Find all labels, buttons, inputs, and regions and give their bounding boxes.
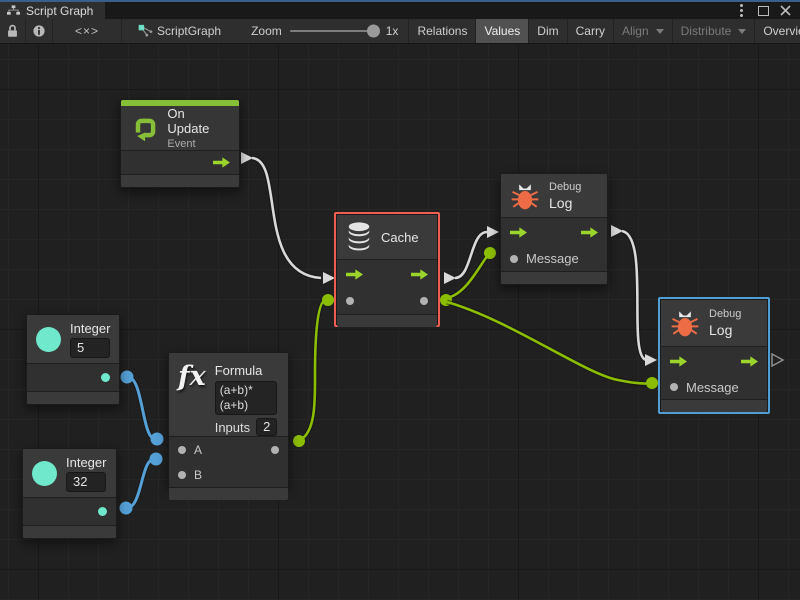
value-output-port[interactable]: [420, 297, 428, 305]
wire-integer1-formula-a[interactable]: [128, 377, 155, 439]
node-title: Cache: [381, 230, 419, 245]
script-graph-icon: [138, 24, 153, 38]
dim-button[interactable]: Dim: [529, 19, 567, 43]
flow-output-port[interactable]: [213, 157, 230, 168]
formula-icon: fx: [178, 363, 206, 390]
values-button[interactable]: Values: [476, 19, 529, 43]
wire-debug1-debug2[interactable]: [622, 231, 646, 360]
database-icon: [346, 222, 372, 252]
integer-value-field[interactable]: 5: [70, 338, 110, 358]
inputs-count-field[interactable]: 2: [256, 418, 277, 436]
wire-integer2-formula-b[interactable]: [127, 459, 154, 508]
node-title: Formula: [215, 363, 278, 378]
title-bar: Script Graph: [0, 0, 800, 19]
on-update-icon: [130, 113, 158, 143]
graph-name: ScriptGraph: [157, 24, 221, 38]
node-debug-log-2[interactable]: Debug Log Message: [660, 299, 768, 412]
caret-down-icon: [656, 29, 664, 34]
toolbar-right-group: Relations Values Dim Carry Align Distrib…: [408, 19, 800, 43]
info-icon: [32, 24, 46, 38]
lock-icon: [6, 24, 19, 38]
relations-button[interactable]: Relations: [409, 19, 476, 43]
code-view-icon: <×>: [61, 24, 113, 38]
maximize-icon[interactable]: [756, 4, 770, 18]
close-icon[interactable]: [778, 4, 792, 18]
node-title: On Update: [167, 106, 227, 136]
message-input-port[interactable]: [510, 255, 518, 263]
flow-output-port[interactable]: [581, 227, 598, 238]
node-integer-2[interactable]: Integer 32: [22, 448, 117, 539]
graph-canvas[interactable]: On Update Event: [0, 44, 800, 600]
node-category: Debug: [709, 308, 741, 320]
info-button[interactable]: [26, 19, 53, 43]
lock-button[interactable]: [0, 19, 26, 43]
graph-reference-button[interactable]: ScriptGraph: [130, 19, 229, 43]
caret-down-icon: [738, 29, 746, 34]
flow-input-port[interactable]: [346, 269, 363, 280]
node-cache-selection: Cache: [334, 212, 440, 327]
flow-output-port[interactable]: [411, 269, 428, 280]
input-port-b[interactable]: [178, 471, 186, 479]
node-debug-log-2-selection: Debug Log Message: [658, 297, 770, 414]
wire-cache-debug2-message[interactable]: [447, 302, 650, 384]
node-title: Log: [709, 322, 741, 338]
window-menu-icon[interactable]: [734, 4, 748, 18]
node-title: Log: [549, 195, 581, 211]
port-label: Message: [686, 380, 739, 395]
value-output-port[interactable]: [101, 373, 110, 382]
zoom-level: 1x: [386, 24, 399, 38]
carry-button[interactable]: Carry: [568, 19, 614, 43]
node-category: Debug: [549, 181, 581, 193]
node-formula[interactable]: fx Formula (a+b)*(a+b) Inputs 2 A: [168, 352, 289, 485]
integer-icon: [32, 461, 57, 486]
window-controls: [734, 2, 800, 19]
tab-title: Script Graph: [26, 4, 93, 18]
align-button[interactable]: Align: [614, 19, 673, 43]
port-label: B: [194, 468, 202, 482]
input-port-a[interactable]: [178, 446, 186, 454]
node-on-update[interactable]: On Update Event: [120, 99, 240, 188]
value-output-port[interactable]: [98, 507, 107, 516]
node-integer-1[interactable]: Integer 5: [26, 314, 120, 405]
formula-expression-field[interactable]: (a+b)*(a+b): [215, 381, 278, 415]
node-title: Integer: [70, 321, 110, 336]
bug-icon: [510, 181, 540, 211]
graph-hierarchy-icon: [7, 4, 20, 17]
bug-icon: [670, 308, 700, 338]
node-subtitle: Event: [167, 138, 227, 150]
zoom-slider[interactable]: [290, 30, 378, 32]
code-view-button[interactable]: <×>: [53, 19, 122, 43]
integer-value-field[interactable]: 32: [66, 472, 106, 492]
zoom-control: Zoom 1x: [229, 19, 408, 43]
flow-input-port[interactable]: [510, 227, 527, 238]
value-input-port[interactable]: [346, 297, 354, 305]
node-cache[interactable]: Cache: [336, 214, 438, 325]
value-output-port[interactable]: [271, 446, 279, 454]
port-label: Message: [526, 251, 579, 266]
zoom-slider-handle[interactable]: [367, 25, 380, 38]
flow-input-port[interactable]: [670, 356, 687, 367]
port-unconnected-triangle[interactable]: [772, 354, 783, 366]
tab-script-graph[interactable]: Script Graph: [0, 2, 105, 19]
wire-cache-debug1[interactable]: [455, 232, 487, 278]
node-debug-log-1[interactable]: Debug Log Message: [500, 173, 608, 285]
port-label: A: [194, 443, 202, 457]
node-title: Integer: [66, 455, 106, 470]
integer-icon: [36, 327, 61, 352]
script-graph-window: Script Graph <×>: [0, 0, 800, 600]
overview-button[interactable]: Overview: [755, 19, 800, 43]
graph-toolbar: <×> ScriptGraph Zoom 1x Relations Values…: [0, 19, 800, 44]
zoom-label: Zoom: [251, 24, 282, 38]
distribute-button[interactable]: Distribute: [673, 19, 756, 43]
flow-output-port[interactable]: [741, 356, 758, 367]
inputs-label: Inputs: [215, 420, 250, 435]
message-input-port[interactable]: [670, 383, 678, 391]
